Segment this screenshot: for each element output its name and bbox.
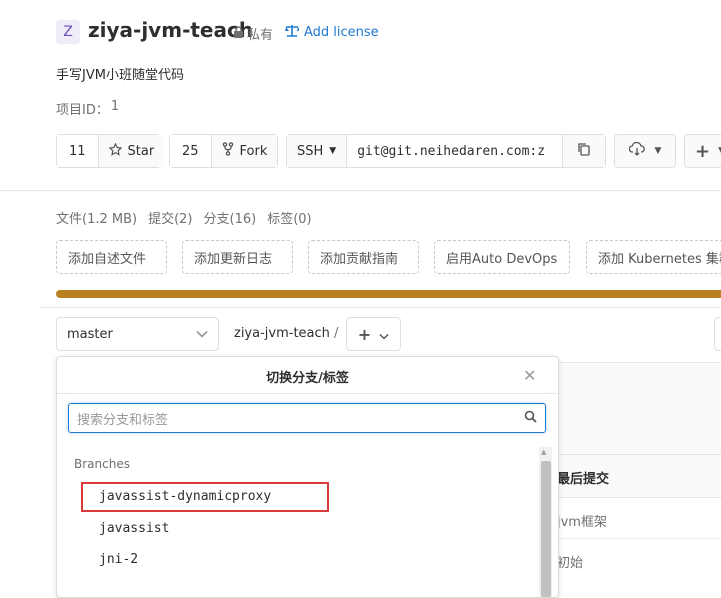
project-id-value: 1 <box>110 99 120 114</box>
highlight-box <box>81 482 329 512</box>
project-id: 项目ID： 1 <box>56 99 119 118</box>
copy-url-button[interactable] <box>562 135 605 167</box>
add-file-dropdown[interactable]: + <box>346 317 401 351</box>
branch-dropdown: 切换分支/标签 ✕ 搜索分支和标签 Branches javassist-dyn… <box>56 356 559 598</box>
star-label[interactable]: Star <box>128 144 155 159</box>
add-dropdown[interactable]: + ▼ <box>684 134 721 168</box>
scroll-up-arrow-icon[interactable]: ▲ <box>541 448 546 456</box>
download-icon <box>628 141 645 160</box>
fork-icon <box>222 142 234 160</box>
chevron-down-icon <box>379 325 389 344</box>
add-readme-button[interactable]: 添加自述文件 <box>56 240 167 274</box>
clone-url-group[interactable]: SSH ▼ git@git.neihedaren.com:z <box>286 134 606 168</box>
dropdown-title: 切换分支/标签 <box>266 371 349 386</box>
breadcrumb-separator: / <box>334 326 339 341</box>
breadcrumb-project[interactable]: ziya-jvm-teach <box>234 326 330 341</box>
fork-label[interactable]: Fork <box>240 144 268 159</box>
table-row-commit-message[interactable]: 初始 <box>557 552 583 571</box>
scale-icon <box>285 24 301 41</box>
fork-button[interactable]: Fork <box>211 135 278 167</box>
branch-selector-label[interactable]: master <box>67 327 113 342</box>
last-commit-panel <box>557 362 721 455</box>
branch-item[interactable]: jni-2 <box>99 552 138 567</box>
star-count[interactable]: 11 <box>57 135 99 167</box>
project-id-label: 项目ID： <box>56 103 109 118</box>
divider <box>0 190 721 191</box>
add-license-label[interactable]: Add license <box>304 25 379 40</box>
close-icon[interactable]: ✕ <box>523 366 536 385</box>
project-stats: 文件(1.2 MB) 提交(2) 分支(16) 标签(0) <box>56 208 312 227</box>
caret-down-icon: ▼ <box>654 146 662 156</box>
clone-protocol-label[interactable]: SSH <box>297 144 323 159</box>
fork-count[interactable]: 25 <box>170 135 212 167</box>
find-file-button[interactable] <box>714 317 721 351</box>
plus-icon: + <box>357 324 372 344</box>
project-title[interactable]: ziya-jvm-teach <box>88 18 253 42</box>
stat-branches[interactable]: 分支(16) <box>204 208 257 227</box>
add-kubernetes-button[interactable]: 添加 Kubernetes 集群 <box>586 240 721 274</box>
clone-protocol-dropdown[interactable]: SSH ▼ <box>287 135 348 167</box>
branch-search-input[interactable]: 搜索分支和标签 <box>68 403 546 433</box>
enable-autodevops-button[interactable]: 启用Auto DevOps <box>434 240 570 274</box>
dropdown-section-header: Branches <box>74 457 130 471</box>
language-bar <box>56 290 721 298</box>
chevron-down-icon <box>196 327 208 342</box>
column-last-commit: 最后提交 <box>557 472 610 487</box>
star-icon <box>108 141 122 160</box>
branch-selector[interactable]: master <box>56 317 219 351</box>
branch-item[interactable]: javassist <box>99 521 169 536</box>
add-changelog-button[interactable]: 添加更新日志 <box>182 240 293 274</box>
add-license-link[interactable]: Add license <box>285 24 379 41</box>
plus-icon: + <box>695 140 711 162</box>
visibility-label: 私有 <box>247 28 274 43</box>
fork-button-group[interactable]: 25 Fork <box>169 134 278 168</box>
project-avatar[interactable]: Z <box>56 20 80 44</box>
project-description: 手写JVM小班随堂代码 <box>56 68 184 83</box>
stat-files[interactable]: 文件(1.2 MB) <box>56 208 137 227</box>
scrollbar-thumb[interactable] <box>541 461 551 597</box>
stat-commits[interactable]: 提交(2) <box>148 208 192 227</box>
divider <box>57 393 558 394</box>
caret-down-icon: ▼ <box>329 146 337 156</box>
copy-icon <box>577 142 591 160</box>
stat-tags[interactable]: 标签(0) <box>267 208 311 227</box>
table-row-divider <box>557 538 721 539</box>
download-dropdown[interactable]: ▼ <box>614 134 676 168</box>
branch-search-placeholder[interactable]: 搜索分支和标签 <box>77 409 168 428</box>
add-contributing-button[interactable]: 添加贡献指南 <box>308 240 419 274</box>
lock-icon <box>233 25 244 42</box>
star-button[interactable]: Star <box>98 135 165 167</box>
table-row-commit-message[interactable]: jvm框架 <box>557 511 607 530</box>
search-icon <box>524 410 537 427</box>
visibility-badge: 私有 <box>233 24 273 43</box>
clone-url-input[interactable]: git@git.neihedaren.com:z <box>347 144 562 159</box>
divider <box>40 307 721 308</box>
star-button-group[interactable]: 11 Star <box>56 134 165 168</box>
